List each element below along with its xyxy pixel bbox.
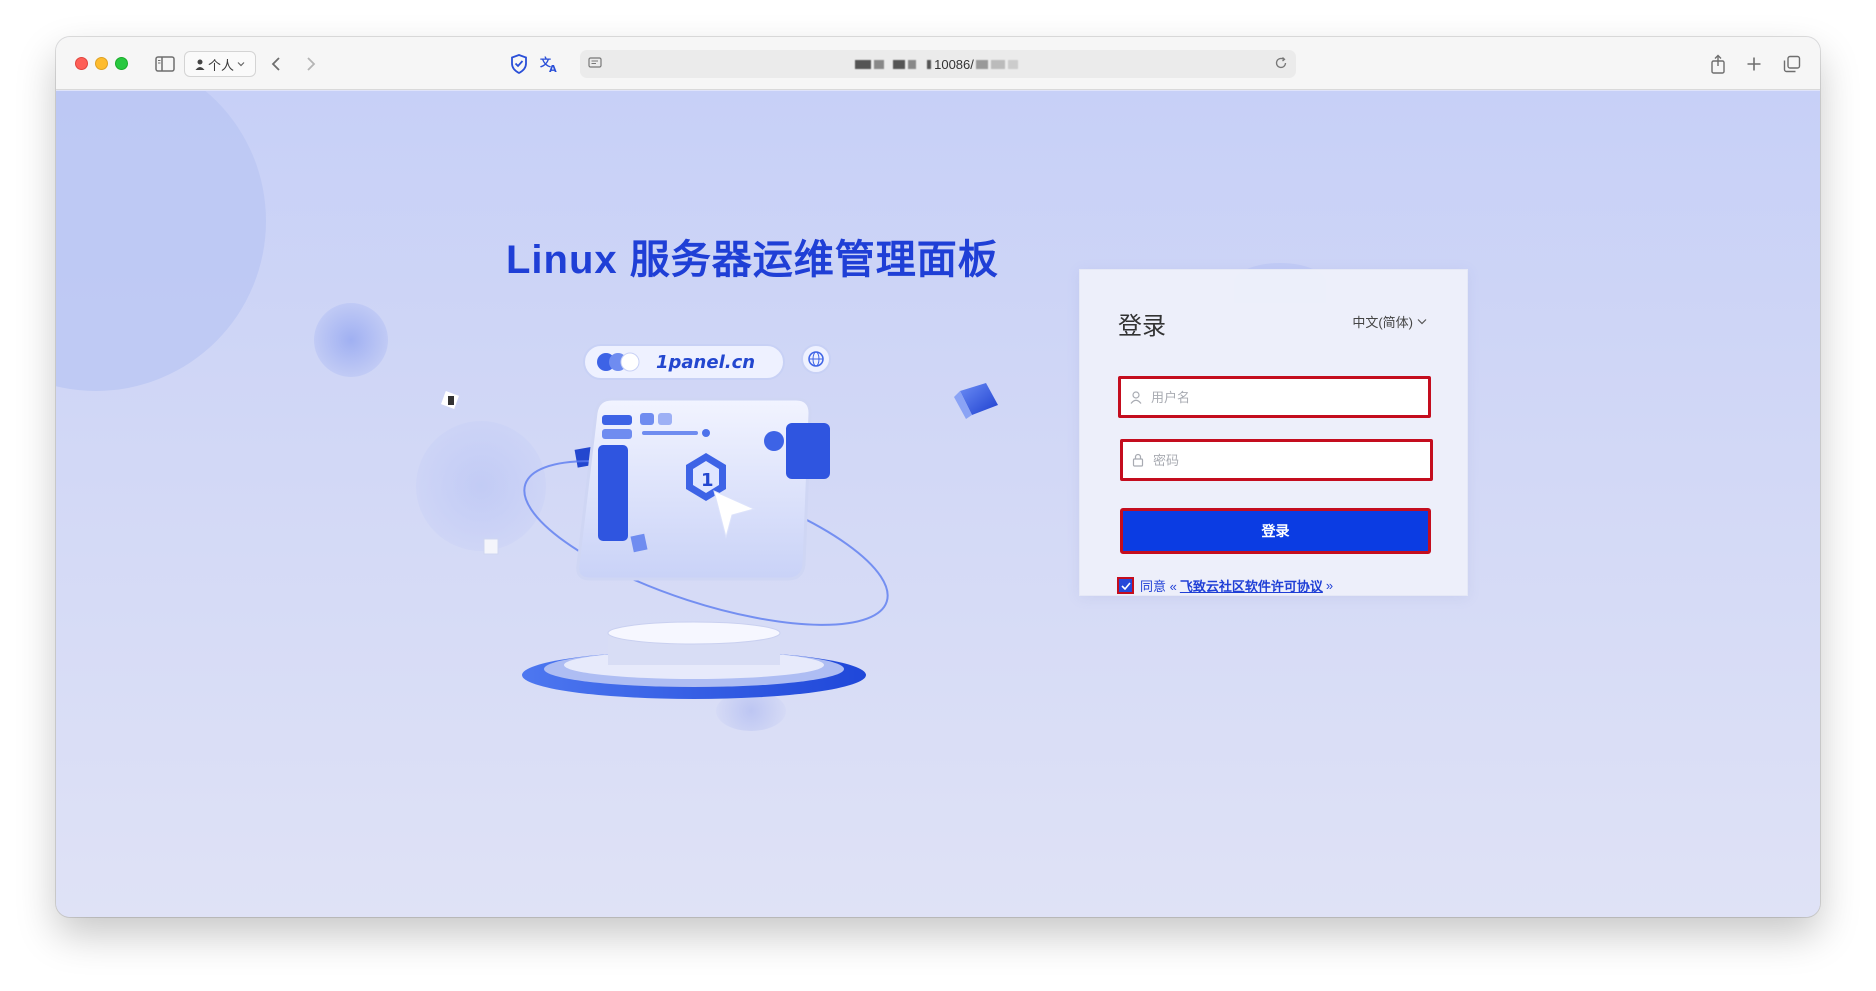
password-field[interactable] [1120, 439, 1433, 481]
login-card: 登录 中文(简体) 登录 [1079, 269, 1468, 596]
illustration-url-label: 1panel.cn [656, 352, 755, 373]
person-icon [195, 59, 205, 70]
profile-label: 个人 [207, 57, 234, 73]
address-redacted-host [855, 59, 934, 69]
agree-checkbox[interactable] [1117, 577, 1134, 594]
floating-cube [483, 538, 499, 555]
lock-icon [1123, 453, 1153, 467]
svg-text:A: A [549, 64, 557, 73]
translate-icon[interactable]: 文A [537, 52, 563, 76]
user-icon [1121, 390, 1151, 404]
agree-suffix: » [1325, 578, 1334, 593]
sidebar-toggle-icon[interactable] [152, 52, 178, 76]
browser-toolbar: 个人 文A 10086/ [56, 37, 1820, 90]
address-redacted-path [975, 59, 1021, 69]
reload-icon[interactable] [1274, 56, 1288, 73]
username-input[interactable] [1151, 389, 1411, 405]
browser-window: 个人 文A 10086/ Linux 服务器运维管理面板 1 1panel.cn… [56, 37, 1820, 917]
chevron-down-icon [237, 62, 245, 67]
language-select[interactable]: 中文(简体) [1352, 312, 1427, 331]
reader-mode-icon[interactable] [588, 56, 602, 73]
login-page: Linux 服务器运维管理面板 1 1panel.cn 登录 中文(简体) 用户… [56, 91, 1820, 917]
chevron-down-icon [1417, 319, 1427, 325]
url-pill: 1panel.cn [583, 344, 831, 380]
floating-cube [954, 383, 998, 419]
privacy-shield-icon[interactable] [507, 52, 531, 76]
login-title: 登录 [1118, 313, 1166, 340]
page-headline: Linux 服务器运维管理面板 [506, 238, 999, 282]
agree-prefix: 同意 « [1140, 579, 1177, 594]
dashboard-monitor: 1 [576, 397, 830, 581]
username-field[interactable] [1118, 376, 1431, 418]
back-icon[interactable] [264, 52, 288, 76]
language-label: 中文(简体) [1352, 315, 1413, 330]
floating-cube [441, 391, 459, 409]
forward-icon[interactable] [299, 52, 323, 76]
maximize-window-button[interactable] [115, 57, 128, 70]
check-icon [1120, 581, 1131, 590]
license-agreement: 同意 « 飞致云社区软件许可协议 » [1117, 576, 1333, 595]
background-circle [56, 91, 266, 391]
address-bar[interactable]: 10086/ [580, 50, 1296, 78]
close-window-button[interactable] [75, 57, 88, 70]
hero-illustration: 1 1panel.cn [441, 344, 998, 699]
share-icon[interactable] [1706, 52, 1730, 76]
password-input[interactable] [1153, 452, 1413, 468]
license-link[interactable]: 飞致云社区软件许可协议 [1180, 576, 1323, 595]
minimize-window-button[interactable] [95, 57, 108, 70]
profile-button[interactable]: 个人 [184, 51, 256, 77]
login-button[interactable]: 登录 [1120, 508, 1431, 554]
address-text: 10086/ [934, 56, 974, 72]
new-tab-icon[interactable] [1742, 52, 1766, 76]
tab-overview-icon[interactable] [1780, 52, 1804, 76]
svg-text:1: 1 [701, 470, 714, 491]
